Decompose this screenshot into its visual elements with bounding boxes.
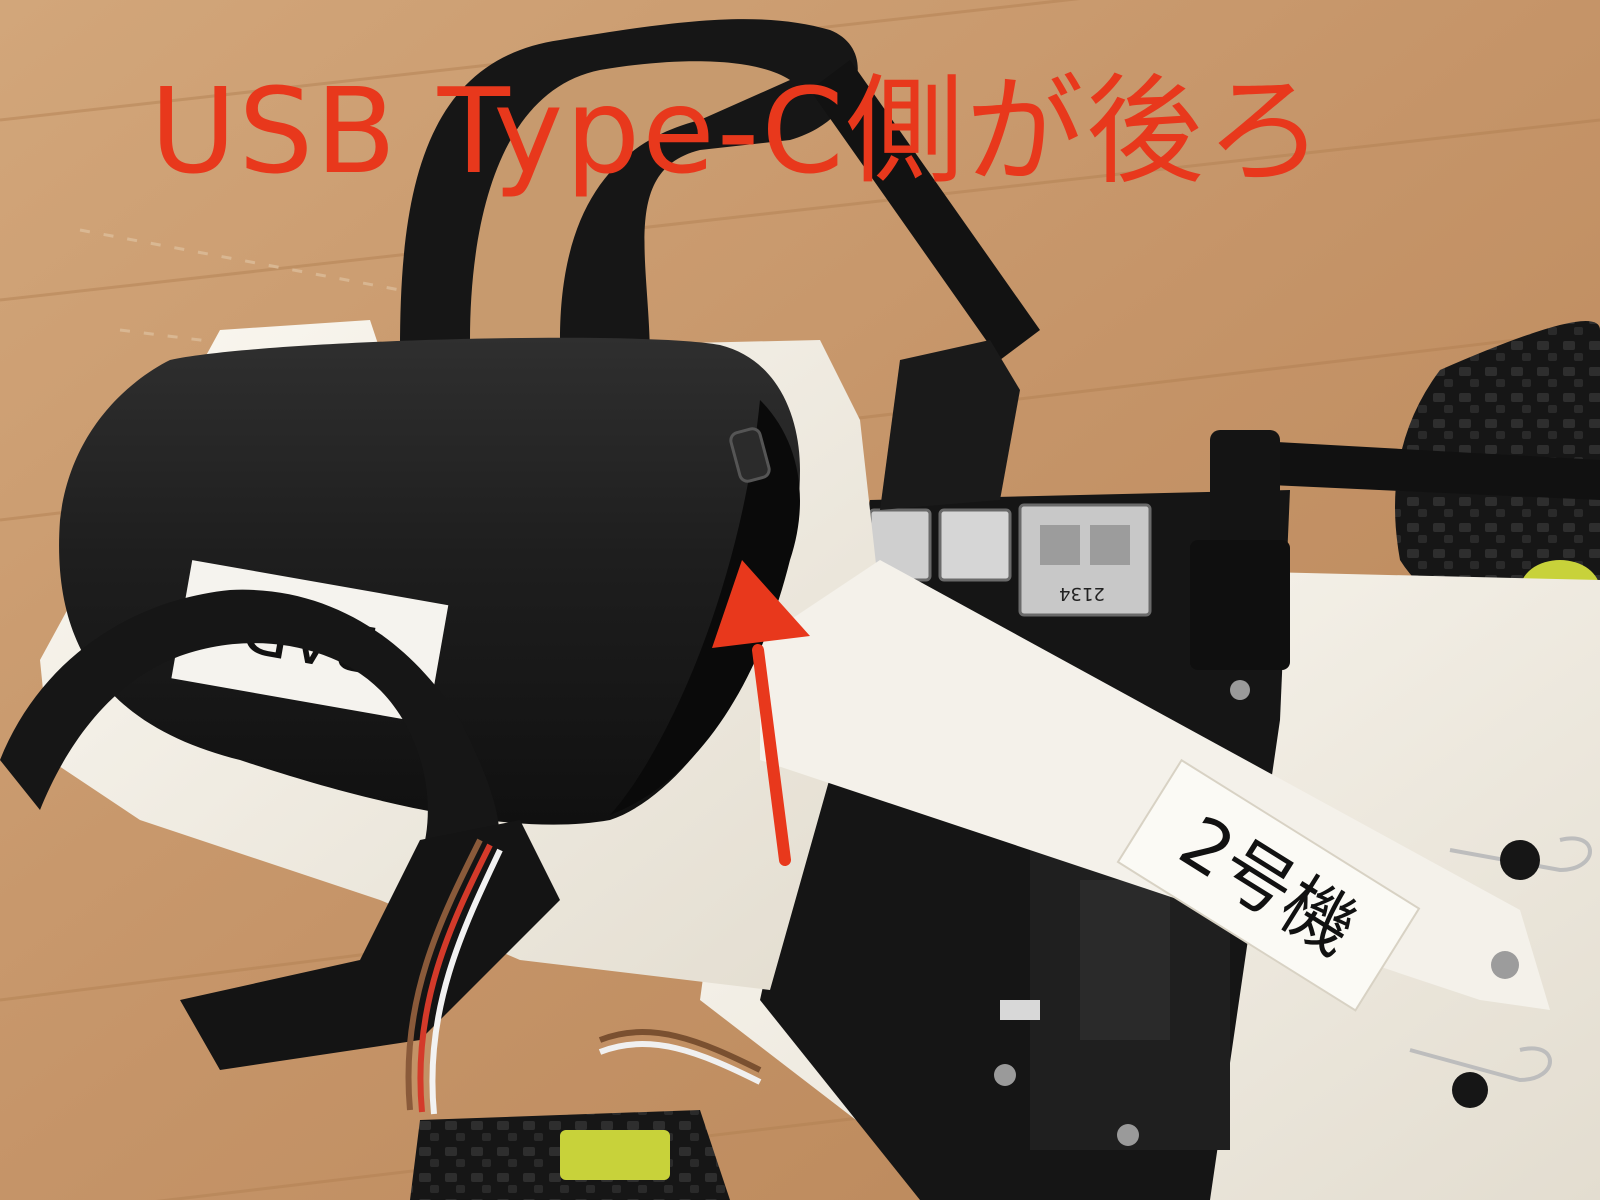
annotation-caption: USB Type-C側が後ろ: [150, 62, 1326, 200]
usb-port: [938, 508, 1012, 582]
tire-bottom-left: [410, 1110, 730, 1200]
port-marking: 2134: [1059, 583, 1105, 604]
wifi-dongle: [880, 340, 1020, 510]
